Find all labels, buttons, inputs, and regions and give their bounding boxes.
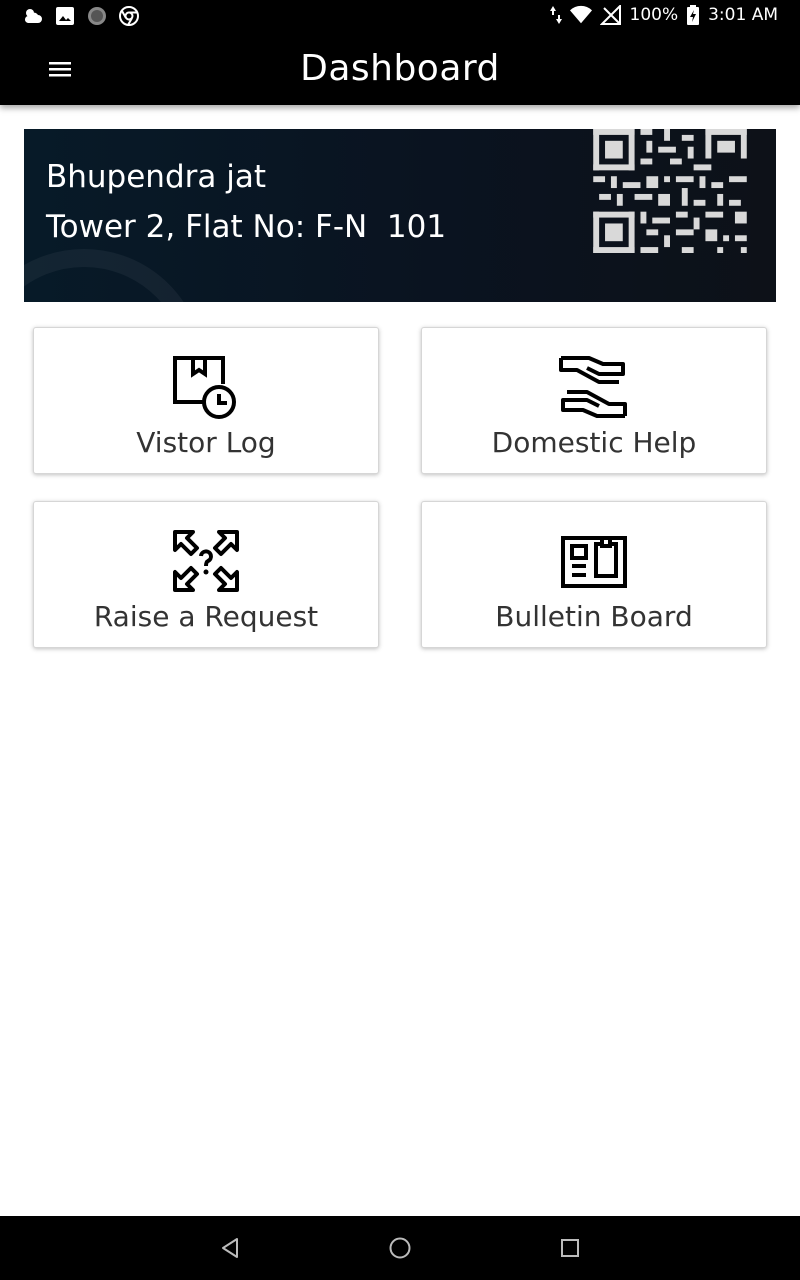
app-bar: Dashboard — [0, 32, 800, 105]
tile-label: Bulletin Board — [495, 600, 693, 633]
tile-label: Vistor Log — [136, 426, 276, 459]
box-clock-icon — [173, 356, 236, 419]
circle-icon — [86, 5, 108, 27]
recents-icon — [561, 1239, 579, 1257]
weather-icon — [22, 5, 44, 27]
battery-charging-icon — [686, 4, 700, 26]
gallery-icon — [54, 5, 76, 27]
home-icon — [389, 1237, 411, 1259]
status-bar: 100% 3:01 AM — [0, 0, 800, 32]
resident-name: Bhupendra jat — [46, 159, 266, 195]
battery-percentage: 100% — [629, 5, 679, 25]
wifi-icon — [569, 4, 592, 26]
decorative-arc — [24, 249, 204, 302]
back-icon — [222, 1238, 238, 1258]
back-button[interactable] — [214, 1232, 246, 1264]
tile-visitor-log[interactable]: Vistor Log — [33, 327, 379, 474]
resident-address: Tower 2, Flat No: F-N 101 — [46, 209, 447, 245]
tile-bulletin-board[interactable]: Bulletin Board — [421, 501, 767, 648]
recents-button[interactable] — [554, 1232, 586, 1264]
tile-domestic-help[interactable]: Domestic Help — [421, 327, 767, 474]
navigation-bar — [0, 1216, 800, 1280]
clock: 3:01 AM — [708, 5, 778, 25]
status-left-icons — [22, 5, 140, 27]
tile-label: Raise a Request — [93, 600, 319, 633]
tile-label: Domestic Help — [491, 426, 697, 459]
bulletin-board-icon — [561, 536, 627, 588]
status-right-icons: 100% 3:01 AM — [549, 4, 778, 26]
data-arrows-icon — [549, 4, 562, 26]
tile-raise-request[interactable]: Raise a Request — [33, 501, 379, 648]
home-button[interactable] — [384, 1232, 416, 1264]
chrome-icon — [118, 5, 140, 27]
no-signal-icon — [599, 4, 622, 26]
question-arrows-icon — [173, 530, 239, 592]
helping-hands-icon — [559, 356, 627, 418]
qr-code-icon[interactable] — [592, 129, 748, 253]
page-title: Dashboard — [300, 48, 500, 89]
profile-card: Bhupendra jat Tower 2, Flat No: F-N 101 — [24, 129, 776, 302]
